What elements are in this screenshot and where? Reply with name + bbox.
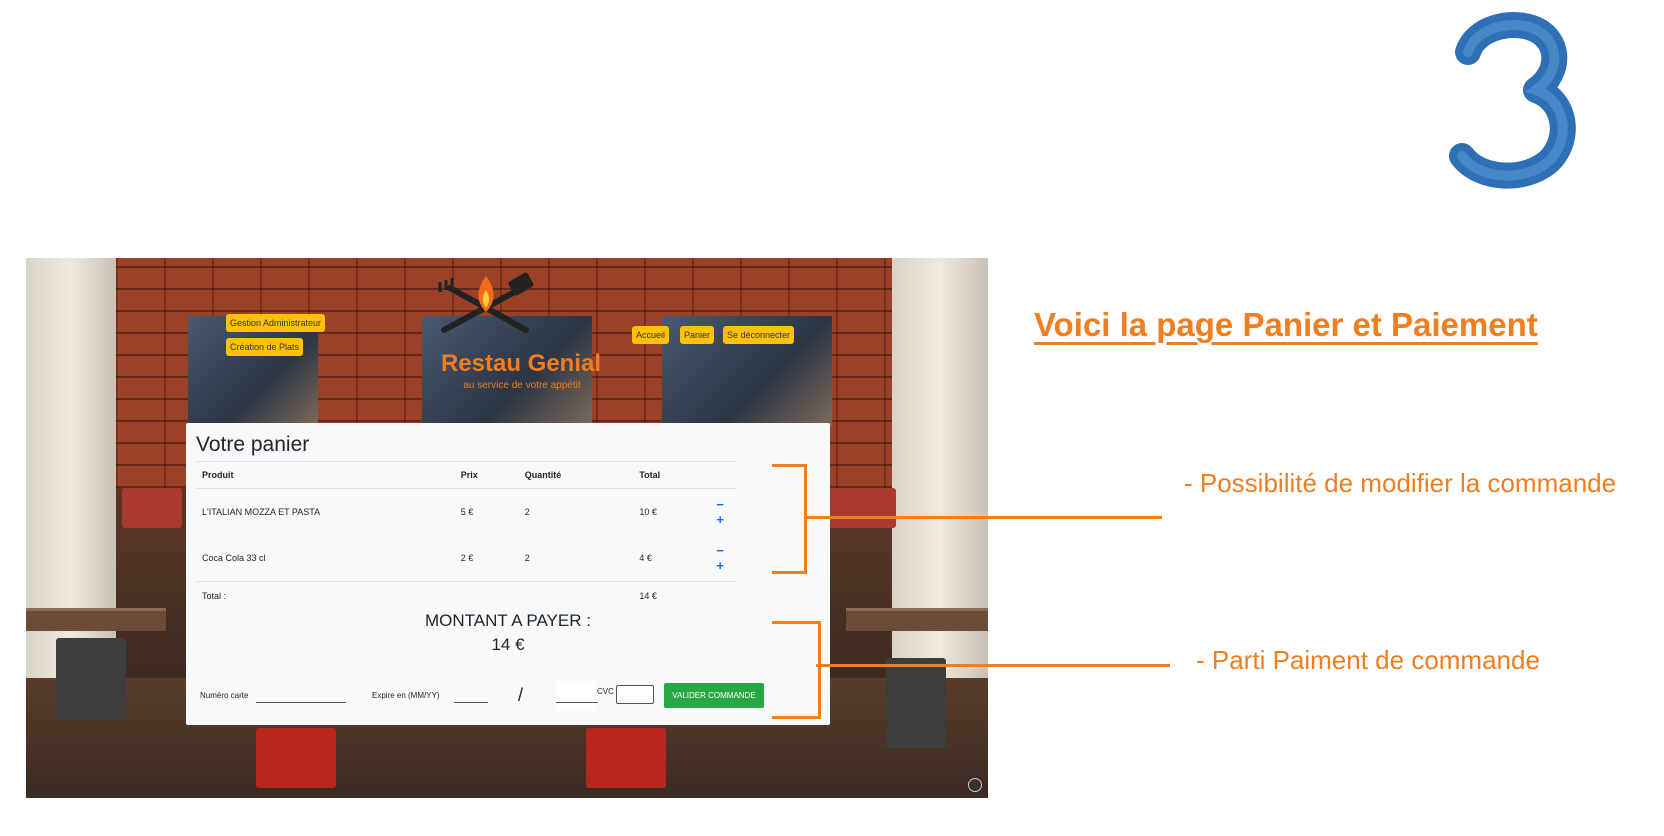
chair-red-bottom-right xyxy=(586,728,666,788)
nav-logout[interactable]: Se déconnecter xyxy=(723,326,795,344)
quantity-controls: −+ xyxy=(710,489,736,536)
annotation-payment: - Parti Paiment de commande xyxy=(1196,645,1540,675)
quantity-controls: −+ xyxy=(710,535,736,582)
nav-cart[interactable]: Panier xyxy=(680,326,715,344)
expiry-month-input[interactable] xyxy=(454,687,488,703)
brand-name: Restau Genial xyxy=(440,350,602,377)
payment-bracket xyxy=(772,621,821,719)
payment-form: Numéro carte Expire en (MM/YY) / CVC VAL… xyxy=(200,681,820,711)
row-price: 5 € xyxy=(460,507,474,517)
col-price: Prix xyxy=(454,461,519,489)
row-product: Coca Cola 33 cl xyxy=(202,553,266,563)
row-quantity: 2 xyxy=(524,553,530,563)
row-total: 4 € xyxy=(639,553,652,563)
slide-heading: Voici la page Panier et Paiement xyxy=(1034,306,1538,343)
watermark-icon xyxy=(968,778,982,792)
nav-home[interactable]: Accueil xyxy=(632,326,670,344)
total-value: 14 € xyxy=(633,581,711,609)
slide-number-3-graphic xyxy=(1449,12,1576,189)
restaurant-logo-icon xyxy=(438,272,534,333)
table-left xyxy=(26,608,166,631)
app-screenshot: Restau Genial au service de votre appéti… xyxy=(26,258,988,798)
amount-due-value: 14 € xyxy=(491,635,525,654)
col-total: Total xyxy=(633,461,711,489)
row-product: L'ITALIAN MOZZA ET PASTA xyxy=(202,507,321,517)
row-price: 2 € xyxy=(460,553,474,563)
annotation-modify-order: - Possibilité de modifier la commande xyxy=(1184,468,1617,498)
total-row: Total : 14 € xyxy=(196,581,736,609)
cart-title: Votre panier xyxy=(196,433,310,456)
decrease-quantity-button[interactable]: − xyxy=(716,543,724,558)
cart-panel: Votre panier Produit Prix Quantité Total… xyxy=(186,423,830,725)
table-right xyxy=(846,608,988,631)
cart-table: Produit Prix Quantité Total L'ITALIAN MO… xyxy=(196,461,736,609)
chair-left xyxy=(56,638,126,718)
col-quantity: Quantité xyxy=(518,461,634,489)
total-label: Total : xyxy=(196,581,455,609)
wall-poster-left xyxy=(188,316,318,426)
expiry-year-input[interactable] xyxy=(556,687,598,703)
table-row: Coca Cola 33 cl 2 € 2 4 € −+ xyxy=(196,535,736,582)
modify-connector-line xyxy=(806,516,1162,519)
nav-admin-management[interactable]: Gestion Administrateur xyxy=(226,314,326,332)
table-row: L'ITALIAN MOZZA ET PASTA 5 € 2 10 € −+ xyxy=(196,489,736,536)
bench-left xyxy=(122,488,182,528)
expiry-separator: / xyxy=(518,685,524,705)
payment-connector-line xyxy=(816,664,1170,667)
expiry-label: Expire en (MM/YY) xyxy=(372,691,440,700)
chair-red-bottom-left xyxy=(256,728,336,788)
validate-order-button[interactable]: VALIDER COMMANDE xyxy=(664,683,764,708)
chair-right xyxy=(886,658,946,748)
bench-right xyxy=(826,488,896,528)
increase-quantity-button[interactable]: + xyxy=(716,558,724,573)
nav-create-dishes[interactable]: Création de Plats xyxy=(226,338,304,356)
col-actions xyxy=(710,461,736,489)
brand-tagline: au service de votre appétit xyxy=(463,380,581,391)
row-total: 10 € xyxy=(639,507,657,517)
cvc-label: CVC xyxy=(597,687,614,696)
decrease-quantity-button[interactable]: − xyxy=(716,497,724,512)
row-quantity: 2 xyxy=(524,507,530,517)
modify-bracket xyxy=(772,464,807,574)
card-number-label: Numéro carte xyxy=(200,691,249,700)
col-product: Produit xyxy=(196,461,455,489)
increase-quantity-button[interactable]: + xyxy=(716,512,724,527)
card-number-input[interactable] xyxy=(256,687,346,703)
amount-due-label: MONTANT A PAYER : xyxy=(425,611,591,630)
cvc-input[interactable] xyxy=(616,685,654,704)
